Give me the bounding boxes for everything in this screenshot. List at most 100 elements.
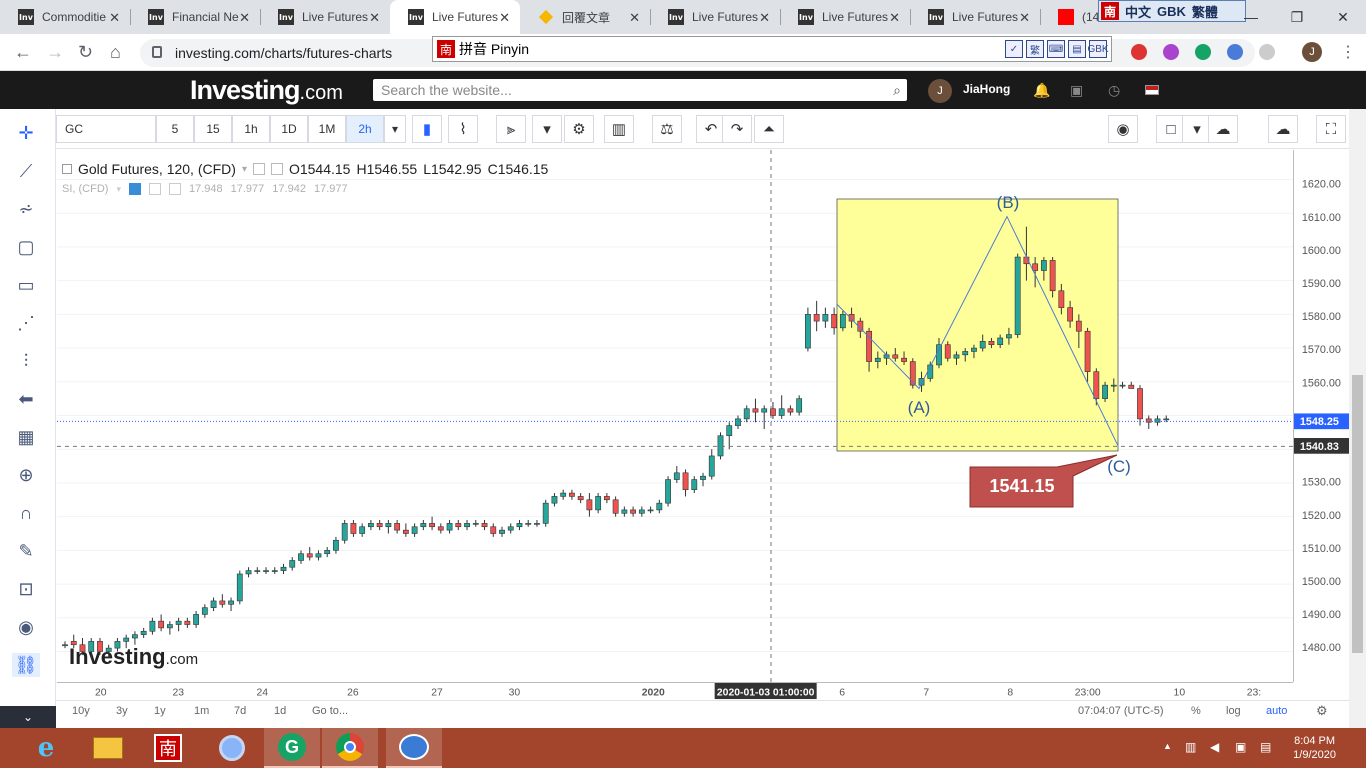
- candle[interactable]: [603, 493, 610, 504]
- pencil-lock-icon[interactable]: ✎: [12, 539, 40, 563]
- us-flag-icon[interactable]: [1145, 85, 1159, 95]
- candle[interactable]: [254, 567, 261, 574]
- range-button[interactable]: 10y: [72, 705, 90, 717]
- back-arrow-icon[interactable]: ⬅: [12, 387, 40, 411]
- candle[interactable]: [1145, 415, 1152, 429]
- thunderbird-icon[interactable]: [386, 728, 442, 768]
- candle[interactable]: [385, 520, 392, 534]
- minimize-icon[interactable]: —: [1228, 0, 1274, 34]
- candle[interactable]: [743, 405, 750, 423]
- reload-icon[interactable]: ↻: [78, 42, 93, 63]
- candle[interactable]: [271, 567, 278, 574]
- candle[interactable]: [464, 520, 470, 531]
- tab-close-icon[interactable]: ✕: [499, 10, 510, 26]
- candle[interactable]: [551, 493, 558, 507]
- compare-settings-icon[interactable]: [148, 183, 161, 195]
- candle[interactable]: [481, 520, 488, 531]
- candle[interactable]: [796, 395, 803, 416]
- candle[interactable]: [446, 520, 453, 534]
- candle[interactable]: [437, 523, 444, 534]
- symbol-input[interactable]: GC: [56, 115, 156, 143]
- candle[interactable]: [525, 520, 532, 527]
- ime-button[interactable]: ▤: [1068, 40, 1086, 58]
- candle[interactable]: [263, 567, 269, 574]
- candle[interactable]: [595, 493, 602, 514]
- tab-close-icon[interactable]: ✕: [889, 10, 900, 26]
- candle[interactable]: [822, 307, 829, 328]
- candle[interactable]: [700, 472, 706, 487]
- tray-volume-icon[interactable]: ◀: [1210, 740, 1219, 754]
- candle[interactable]: [577, 493, 584, 504]
- file-explorer-icon[interactable]: [80, 728, 136, 768]
- text-icon[interactable]: ▭: [12, 273, 40, 297]
- candle[interactable]: [201, 604, 208, 618]
- browser-tab[interactable]: Inv Live Futures ✕: [780, 0, 910, 34]
- candle[interactable]: [429, 516, 435, 531]
- candle[interactable]: [586, 493, 593, 517]
- cloud-download-icon[interactable]: ☁: [1208, 115, 1238, 143]
- ime-button[interactable]: 繁: [1026, 40, 1044, 58]
- back-icon[interactable]: ←: [14, 42, 32, 63]
- ime-charset[interactable]: GBK: [1157, 4, 1186, 19]
- browser-tab[interactable]: Inv Live Futures ✕: [390, 0, 520, 34]
- browser-tab[interactable]: 回覆文章 ✕: [520, 0, 650, 34]
- candle[interactable]: [280, 563, 287, 574]
- candle-type-icon[interactable]: ▮: [412, 115, 442, 143]
- page-scrollbar[interactable]: [1349, 109, 1366, 729]
- fib-icon[interactable]: ⩫: [12, 197, 40, 221]
- candle[interactable]: [324, 546, 331, 558]
- candle[interactable]: [166, 621, 173, 635]
- candle[interactable]: [184, 617, 191, 628]
- user-name[interactable]: JiaHong: [963, 82, 1010, 96]
- range-button[interactable]: Go to...: [312, 705, 348, 717]
- extension-icon[interactable]: [1131, 44, 1147, 60]
- candle[interactable]: [219, 594, 226, 608]
- restore-icon[interactable]: ❐: [1274, 0, 1320, 34]
- browser-tab[interactable]: Inv Live Futures ✕: [650, 0, 780, 34]
- candle[interactable]: [149, 617, 156, 635]
- candle[interactable]: [298, 550, 304, 564]
- wave-label-a[interactable]: (A): [908, 398, 931, 417]
- tab-close-icon[interactable]: ✕: [369, 10, 380, 26]
- crosshair-icon[interactable]: ✛: [12, 121, 40, 145]
- close-window-icon[interactable]: ✕: [1320, 0, 1366, 34]
- candle[interactable]: [367, 520, 374, 531]
- indicators-icon[interactable]: ▥: [604, 115, 634, 143]
- candle[interactable]: [761, 405, 768, 429]
- interval-button[interactable]: 1D: [270, 115, 308, 143]
- lock-drawing-icon[interactable]: ⊡: [12, 577, 40, 601]
- cloud-upload-icon[interactable]: ☁: [1268, 115, 1298, 143]
- user-avatar[interactable]: J: [928, 79, 952, 103]
- candle[interactable]: [516, 520, 523, 531]
- candle[interactable]: [691, 476, 698, 494]
- tray-keyboard-icon[interactable]: ▤: [1260, 740, 1271, 754]
- ime-button[interactable]: ⌨: [1047, 40, 1065, 58]
- candle[interactable]: [490, 523, 497, 537]
- collapse-toolbar-icon[interactable]: ⌄: [0, 706, 56, 728]
- browser-tab[interactable]: Inv Financial Ne ✕: [130, 0, 260, 34]
- percent-toggle[interactable]: %: [1191, 705, 1201, 717]
- candle[interactable]: [350, 520, 357, 537]
- clock-icon[interactable]: ◷: [1108, 82, 1120, 99]
- wave-label-c[interactable]: (C): [1107, 457, 1131, 476]
- site-logo[interactable]: Investing.com: [190, 75, 343, 106]
- eye-icon[interactable]: [252, 163, 265, 175]
- interval-button[interactable]: 15: [194, 115, 232, 143]
- home-icon[interactable]: ⌂: [110, 42, 121, 63]
- wave-highlight-box[interactable]: [836, 198, 1119, 452]
- ime-trad[interactable]: 繁體: [1192, 2, 1218, 21]
- menu-icon[interactable]: ⋮: [1340, 42, 1356, 62]
- grammarly-icon[interactable]: [1195, 44, 1211, 60]
- candle[interactable]: [228, 597, 234, 612]
- search-icon[interactable]: ⌕: [893, 82, 901, 99]
- candle[interactable]: [289, 557, 296, 571]
- range-button[interactable]: 7d: [234, 705, 246, 717]
- interval-dropdown-icon[interactable]: ▾: [384, 115, 406, 143]
- wave-label-b[interactable]: (B): [997, 193, 1020, 212]
- candle[interactable]: [735, 415, 741, 429]
- chart-settings-icon[interactable]: ⚙: [1316, 703, 1328, 719]
- candle[interactable]: [315, 550, 322, 561]
- candle[interactable]: [306, 546, 313, 561]
- candle[interactable]: [236, 570, 243, 605]
- redo-icon[interactable]: ↷: [722, 115, 752, 143]
